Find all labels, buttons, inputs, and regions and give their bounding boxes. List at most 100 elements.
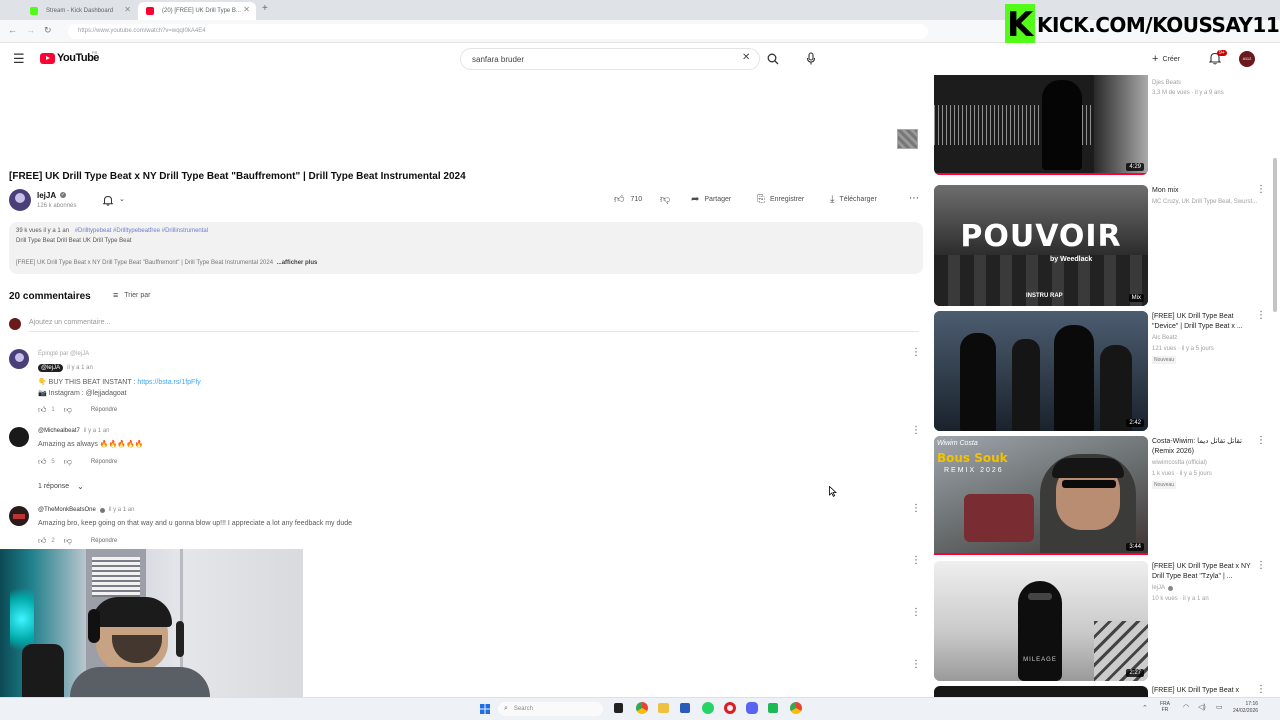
menu-icon[interactable]: ☰ [13,51,25,67]
channel-name[interactable]: lejJA [37,191,56,200]
whatsapp-icon[interactable] [702,702,714,714]
rec-menu-icon[interactable] [1256,184,1266,196]
like-button[interactable]: 👍︎ 710 [614,193,642,205]
url-field[interactable]: https://www.youtube.com/watch?v=wqqI0kA4… [68,24,928,39]
rec-title[interactable]: Costa-Wiwim: تقاتل تقاتل ديما (Remix 202… [1152,437,1252,457]
sort-button[interactable]: ≡ Trier par [113,290,150,300]
rec-title[interactable]: Mon mix [1152,186,1252,196]
download-button[interactable]: ⤓ Télécharger [830,194,877,205]
file-explorer-icon[interactable] [658,703,669,713]
comment-menu-icon[interactable] [911,607,921,619]
battery-icon[interactable]: ▭ [1216,703,1223,711]
close-tab-icon[interactable]: ✕ [243,5,250,14]
rec-channel[interactable]: Djes Beats [1152,79,1262,88]
bell-subscribed-icon[interactable] [103,195,113,206]
rec-meta: 1 k vues · il y a 5 jours [1152,471,1212,477]
comment-menu-icon[interactable] [911,425,921,437]
reload-icon[interactable]: ↻ [44,25,52,36]
rec-title[interactable]: [FREE] UK Drill Type Beat "Device" | Dri… [1152,312,1252,332]
comment-author[interactable]: @Michealbeat7 [38,428,80,434]
avatar[interactable]: #112 [1239,51,1255,67]
microphone-icon[interactable] [806,52,816,65]
comment-author[interactable]: @lejJA [38,364,64,372]
hashtags[interactable]: #Drilltypebeat #Drilltypebeatfree #Drill… [75,228,208,234]
opera-icon[interactable] [724,702,736,714]
create-button[interactable]: + Créer [1152,50,1194,68]
comment-dislike-icon[interactable]: 👎︎ [64,405,72,415]
tray-chevron-icon[interactable]: ⌃ [1142,704,1148,712]
more-actions-icon[interactable]: ⋯ [909,193,919,204]
taskbar-search-box[interactable]: ⌕ Search [498,702,603,716]
add-comment-input[interactable]: Ajoutez un commentaire... [29,319,110,326]
back-icon[interactable]: ← [8,25,17,35]
rec-menu-icon[interactable] [1256,560,1266,572]
language-indicator[interactable]: FRA FR [1160,701,1170,713]
wifi-icon[interactable]: ◠ [1183,703,1189,711]
chrome-icon[interactable] [790,702,802,714]
recommendation-thumbnail[interactable]: Wiwim Costa Bous Souk REMIX 2026 3:44 [934,436,1148,555]
comment-like-icon[interactable]: 👍︎ [38,405,46,415]
comment-dislike-icon[interactable]: 👎︎ [64,536,72,546]
reply-button[interactable]: Répondre [91,538,117,544]
taskbar-app-icon[interactable] [680,703,690,713]
comment-dislike-icon[interactable]: 👎︎ [64,457,72,467]
dislike-button[interactable]: 👎︎ [660,193,670,205]
taskbar-app-icon[interactable] [768,703,778,713]
comment-avatar[interactable] [9,506,29,526]
reply-button[interactable]: Répondre [91,459,117,465]
rec-menu-icon[interactable] [1256,310,1266,322]
new-tab-icon[interactable]: + [262,3,268,14]
search-icon[interactable] [767,53,779,65]
recommendation-thumbnail[interactable]: POUVOIR by Weedlack INSTRU RAP Mix [934,185,1148,306]
rec-channel[interactable]: MC Cruzy, UK Drill Type Beat, Swurst... [1152,198,1262,207]
clear-search-icon[interactable]: ✕ [742,52,750,63]
chevron-down-icon[interactable]: ⌄ [119,195,125,203]
comment-link[interactable]: https://bsta.rs/1fpFfy [137,379,200,386]
comment-menu-icon[interactable] [911,347,921,359]
close-tab-icon[interactable]: ✕ [124,5,131,14]
clock-time: 17:16 [1245,701,1259,707]
tab-kick-dashboard[interactable]: Stream - Kick Dashboard ✕ [22,2,137,20]
comment-avatar[interactable] [9,349,29,369]
show-replies-button[interactable]: 1 réponse ⌄ [38,482,84,491]
page-scrollbar[interactable] [1273,158,1277,312]
rec-title[interactable]: [FREE] UK Drill Type Beat x [1152,686,1252,696]
windows-start-icon[interactable] [480,704,490,714]
volume-icon[interactable]: ◁) [1198,703,1206,711]
rec-title[interactable]: [FREE] UK Drill Type Beat x NY Drill Typ… [1152,562,1252,582]
rec-channel[interactable]: Alc Beatz [1152,334,1177,343]
rec-menu-icon[interactable] [1256,435,1266,447]
description-box[interactable]: 39 k vues il y a 1 an #Drilltypebeat #Dr… [9,222,923,274]
rec-meta: 10 k vues · il y a 1 an [1152,596,1209,602]
comment-menu-icon[interactable] [911,503,921,515]
youtube-favicon-icon [146,7,154,15]
reply-button[interactable]: Répondre [91,407,117,413]
forward-icon[interactable]: → [26,25,35,35]
taskbar-app-icon[interactable] [614,703,623,713]
rec-channel[interactable]: lejJA [1152,584,1165,593]
channel-avatar[interactable] [9,189,31,211]
recommendation-thumbnail[interactable] [934,686,1148,697]
description-line: [FREE] UK Drill Type Beat x NY Drill Typ… [16,260,274,266]
channel-watermark[interactable] [897,129,918,149]
comment-author[interactable]: @TheMonkBeatsOne [38,507,96,513]
rec-menu-icon[interactable] [1256,684,1266,696]
chrome-icon[interactable] [636,702,648,714]
tab-youtube-video[interactable]: (20) [FREE] UK Drill Type B... ✕ [138,2,256,20]
clock[interactable]: 17:16 24/02/2026 [1233,701,1258,715]
rec-channel[interactable]: wiwimcostta (official) [1152,459,1207,468]
discord-icon[interactable] [746,702,758,714]
comment-avatar[interactable] [9,427,29,447]
share-button[interactable]: ➦ Partager [691,194,731,205]
recommendation-thumbnail[interactable]: MILEAGE 2:27 [934,561,1148,681]
recommendation-thumbnail[interactable]: 2:42 [934,311,1148,431]
search-input[interactable]: sanfara bruder [460,48,760,70]
show-more-link[interactable]: ...afficher plus [277,260,318,266]
save-button[interactable]: ⎘ Enregistrer [757,194,804,205]
comment-like-icon[interactable]: 👍︎ [38,536,46,546]
comment-menu-icon[interactable] [911,555,921,567]
comment-menu-icon[interactable] [911,659,921,671]
youtube-logo-icon[interactable] [40,53,55,64]
recommendation-thumbnail[interactable]: 4:29 [934,75,1148,175]
comment-like-icon[interactable]: 👍︎ [38,457,46,467]
